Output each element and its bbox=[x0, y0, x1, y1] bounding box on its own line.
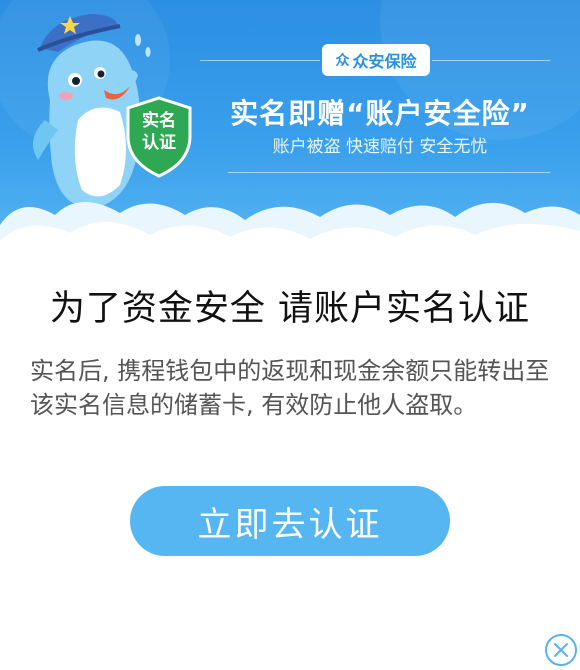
brand-name: 众安保险 bbox=[352, 52, 417, 71]
decorative-line-left bbox=[200, 60, 320, 61]
cloud-divider bbox=[0, 202, 580, 245]
verification-heading: 为了资金安全 请账户实名认证 bbox=[49, 289, 531, 329]
verify-now-button[interactable]: 立即去认证 bbox=[130, 486, 450, 556]
close-icon bbox=[554, 643, 568, 657]
promo-subtitle: 账户被盗 快速赔付 安全无忧 bbox=[272, 137, 488, 157]
close-button[interactable] bbox=[545, 634, 577, 666]
verification-description: 实名后, 携程钱包中的返现和现金余额只能转出至该实名信息的储蓄卡, 有效防止他人… bbox=[30, 357, 550, 419]
promo-banner: 实名 认证 众 众安保险 实名即赠“账户安全险” 账户被盗 快速赔付 安全无忧 bbox=[0, 0, 580, 245]
decorative-line-bottom bbox=[228, 172, 550, 173]
brand-logo-icon: 众 bbox=[335, 53, 350, 69]
decorative-line-right bbox=[432, 60, 550, 61]
badge-line-2: 认证 bbox=[142, 133, 176, 153]
badge-line-1: 实名 bbox=[142, 111, 176, 131]
promo-title: 实名即赠“账户安全险” bbox=[230, 97, 530, 130]
verification-modal: 实名 认证 众 众安保险 实名即赠“账户安全险” 账户被盗 快速赔付 安全无忧 … bbox=[0, 0, 580, 670]
shield-badge-label: 实名 认证 bbox=[124, 110, 194, 154]
brand-badge: 众 众安保险 bbox=[322, 44, 430, 76]
